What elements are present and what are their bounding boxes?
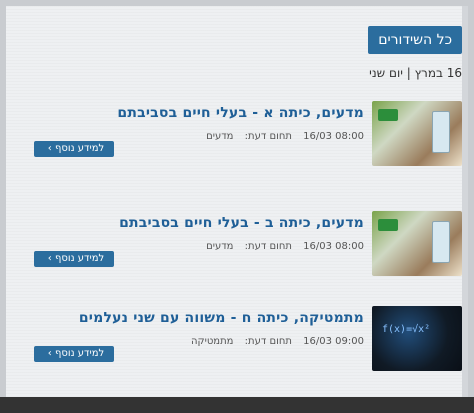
chevron-left-icon: ‹ bbox=[47, 348, 52, 359]
test-tube-icon bbox=[432, 221, 450, 263]
broadcast-meta: 09:00 16/03 תחום דעת: מתמטיקה bbox=[183, 336, 364, 347]
broadcast-title[interactable]: מדעים, כיתה ב - בעלי חיים בסביבתם bbox=[119, 215, 364, 231]
all-broadcasts-button[interactable]: כל השידורים bbox=[368, 26, 462, 54]
broadcast-time: 09:00 16/03 bbox=[303, 336, 364, 347]
chevron-left-icon: ‹ bbox=[47, 143, 52, 154]
broadcast-thumbnail[interactable] bbox=[372, 101, 462, 166]
date-line: 16 במרץ | יום שני bbox=[369, 66, 462, 80]
subject-value: מדעים bbox=[206, 131, 234, 142]
broadcast-thumbnail[interactable] bbox=[372, 211, 462, 276]
broadcast-time: 08:00 16/03 bbox=[303, 131, 364, 142]
list-item: מדעים, כיתה א - בעלי חיים בסביבתם 08:00 … bbox=[6, 101, 468, 181]
broadcast-time: 08:00 16/03 bbox=[303, 241, 364, 252]
list-item: f(x)=√x² מתמטיקה, כיתה ח - משווה עם שני … bbox=[6, 306, 468, 386]
broadcast-title[interactable]: מתמטיקה, כיתה ח - משווה עם שני נעלמים bbox=[79, 310, 364, 326]
broadcast-thumbnail[interactable]: f(x)=√x² bbox=[372, 306, 462, 371]
more-info-button[interactable]: ‹ למידע נוסף bbox=[34, 141, 114, 157]
bottom-strip bbox=[0, 397, 474, 413]
subject-value: מדעים bbox=[206, 241, 234, 252]
list-item: מדעים, כיתה ב - בעלי חיים בסביבתם 08:00 … bbox=[6, 211, 468, 291]
subject-label: תחום דעת: bbox=[244, 131, 292, 142]
chevron-left-icon: ‹ bbox=[47, 253, 52, 264]
plant-icon bbox=[378, 219, 398, 231]
screen: כל השידורים 16 במרץ | יום שני מדעים, כית… bbox=[6, 6, 468, 406]
plant-icon bbox=[378, 109, 398, 121]
more-info-button[interactable]: ‹ למידע נוסף bbox=[34, 251, 114, 267]
broadcast-meta: 08:00 16/03 תחום דעת: מדעים bbox=[198, 131, 364, 142]
broadcast-title[interactable]: מדעים, כיתה א - בעלי חיים בסביבתם bbox=[117, 105, 364, 121]
more-info-button[interactable]: ‹ למידע נוסף bbox=[34, 346, 114, 362]
scrollbar[interactable] bbox=[462, 6, 468, 406]
math-formula-icon: f(x)=√x² bbox=[382, 324, 431, 335]
subject-label: תחום דעת: bbox=[244, 336, 292, 347]
test-tube-icon bbox=[432, 111, 450, 153]
subject-value: מתמטיקה bbox=[190, 336, 234, 347]
subject-label: תחום דעת: bbox=[244, 241, 292, 252]
broadcast-meta: 08:00 16/03 תחום דעת: מדעים bbox=[198, 241, 364, 252]
